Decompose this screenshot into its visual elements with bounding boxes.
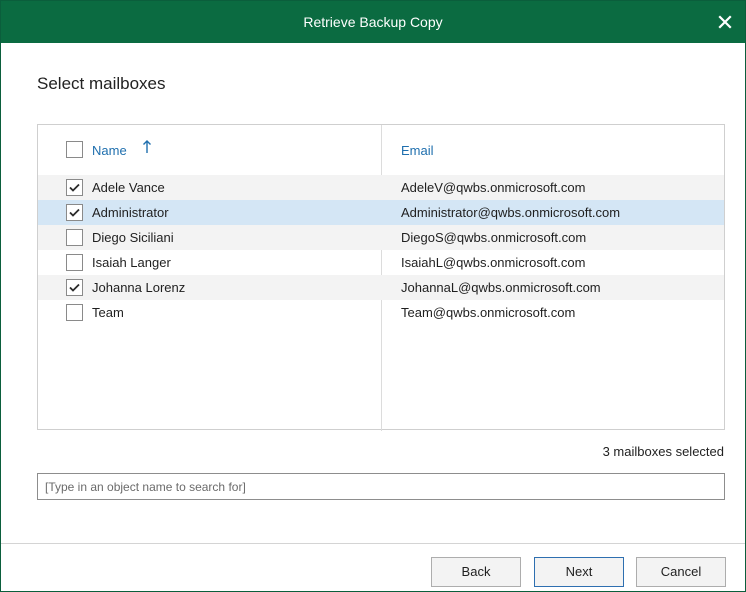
row-name: Team xyxy=(92,305,124,320)
title-bar: Retrieve Backup Copy xyxy=(1,1,745,43)
back-button[interactable]: Back xyxy=(431,557,521,587)
row-checkbox[interactable] xyxy=(66,304,83,321)
table-row[interactable]: Isaiah Langer IsaiahL@qwbs.onmicrosoft.c… xyxy=(38,250,724,275)
retrieve-backup-copy-dialog: Retrieve Backup Copy Select mailboxes Na… xyxy=(0,0,746,592)
row-name: Adele Vance xyxy=(92,180,165,195)
close-icon[interactable] xyxy=(713,10,737,34)
row-email: AdeleV@qwbs.onmicrosoft.com xyxy=(401,180,586,195)
row-name: Administrator xyxy=(92,205,169,220)
row-email: Administrator@qwbs.onmicrosoft.com xyxy=(401,205,621,220)
table-row[interactable]: Adele Vance AdeleV@qwbs.onmicrosoft.com xyxy=(38,175,724,200)
window-title: Retrieve Backup Copy xyxy=(303,14,443,30)
row-email: DiegoS@qwbs.onmicrosoft.com xyxy=(401,230,587,245)
row-name: Johanna Lorenz xyxy=(92,280,186,295)
next-button[interactable]: Next xyxy=(534,557,624,587)
column-header-name[interactable]: Name xyxy=(92,143,127,158)
table-header: Name Email xyxy=(38,125,724,175)
row-checkbox[interactable] xyxy=(66,229,83,246)
row-checkbox[interactable] xyxy=(66,254,83,271)
row-checkbox[interactable] xyxy=(66,204,83,221)
row-checkbox[interactable] xyxy=(66,279,83,296)
row-email: IsaiahL@qwbs.onmicrosoft.com xyxy=(401,255,586,270)
row-name: Isaiah Langer xyxy=(92,255,171,270)
sort-up-arrow-icon[interactable] xyxy=(142,140,152,159)
table-row[interactable]: Administrator Administrator@qwbs.onmicro… xyxy=(38,200,724,225)
select-all-checkbox[interactable] xyxy=(66,141,83,158)
mailboxes-table: Name Email Adele Vance AdeleV@qwbs.onmic… xyxy=(37,124,725,431)
row-email: JohannaL@qwbs.onmicrosoft.com xyxy=(401,280,601,295)
table-row[interactable]: Johanna Lorenz JohannaL@qwbs.onmicrosoft… xyxy=(38,275,724,300)
column-header-email[interactable]: Email xyxy=(401,143,434,158)
cancel-button[interactable]: Cancel xyxy=(636,557,726,587)
row-email: Team@qwbs.onmicrosoft.com xyxy=(401,305,576,320)
page-heading: Select mailboxes xyxy=(37,74,166,93)
table-row[interactable]: Team Team@qwbs.onmicrosoft.com xyxy=(38,300,724,325)
row-name: Diego Siciliani xyxy=(92,230,174,245)
table-row[interactable]: Diego Siciliani DiegoS@qwbs.onmicrosoft.… xyxy=(38,225,724,250)
selection-count: 3 mailboxes selected xyxy=(602,444,724,459)
search-input[interactable] xyxy=(37,473,725,500)
footer-divider xyxy=(1,543,745,544)
table-body: Adele Vance AdeleV@qwbs.onmicrosoft.com … xyxy=(38,175,724,325)
row-checkbox[interactable] xyxy=(66,179,83,196)
